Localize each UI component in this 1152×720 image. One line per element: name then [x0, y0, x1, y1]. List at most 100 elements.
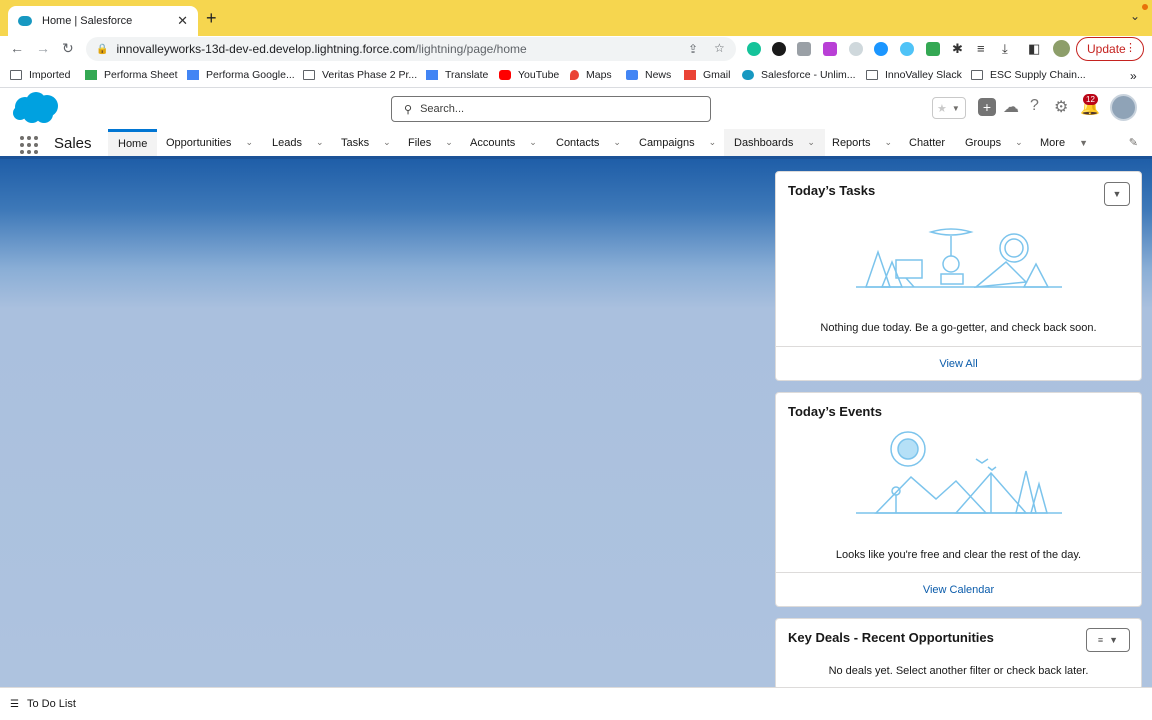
- bookmark-item[interactable]: Translate: [426, 69, 488, 81]
- deals-empty-message: No deals yet. Select another filter or c…: [828, 665, 1089, 677]
- chevron-down-icon[interactable]: ⌄: [445, 137, 453, 148]
- bookmark-item[interactable]: YouTube: [499, 69, 559, 81]
- share-icon[interactable]: ⇪: [688, 42, 698, 56]
- events-empty-illustration: [856, 431, 1062, 514]
- sheets-icon: [85, 70, 97, 80]
- chevron-down-icon[interactable]: ⌄: [709, 137, 717, 148]
- extensions-puzzle-icon[interactable]: ✱: [952, 41, 963, 57]
- url-host: innovalleyworks-13d-dev-ed.develop.light…: [116, 42, 416, 56]
- back-icon[interactable]: ←: [10, 40, 24, 56]
- chevron-down-icon[interactable]: ⌄: [885, 137, 893, 148]
- profile-avatar[interactable]: [1053, 40, 1070, 57]
- view-all-link[interactable]: View All: [776, 358, 1141, 370]
- salesforce-favicon-icon: [18, 16, 32, 26]
- nav-tab-label: More: [1040, 136, 1066, 149]
- bookmark-item[interactable]: ESC Supply Chain...: [971, 69, 1086, 81]
- nav-tab-more[interactable]: More ▼: [1040, 129, 1088, 156]
- app-launcher-icon[interactable]: [20, 136, 38, 154]
- notification-count-badge: 12: [1083, 94, 1098, 105]
- bookmark-label: YouTube: [518, 69, 560, 81]
- bookmark-item[interactable]: Salesforce - Unlim...: [742, 69, 856, 81]
- bookmark-item[interactable]: InnoValley Slack: [866, 69, 962, 81]
- onepassword-extension-icon[interactable]: [772, 42, 786, 56]
- shield-extension-icon[interactable]: [900, 42, 914, 56]
- salesforce-logo-icon[interactable]: [12, 91, 60, 125]
- salesforce-extension-icon[interactable]: [874, 42, 888, 56]
- forward-icon[interactable]: →: [36, 40, 50, 56]
- screen-recorder-extension-icon[interactable]: [823, 42, 837, 56]
- chevron-down-icon[interactable]: ⌄: [807, 137, 815, 148]
- salesforce-icon: [742, 70, 754, 80]
- bookmark-label: Veritas Phase 2 Pr...: [322, 69, 418, 81]
- chevron-down-icon[interactable]: ⌄: [316, 137, 324, 148]
- folder-icon: [866, 70, 878, 80]
- nav-tab-leads[interactable]: Leads ⌄: [272, 129, 324, 156]
- address-bar[interactable]: 🔒 innovalleyworks-13d-dev-ed.develop.lig…: [86, 37, 736, 61]
- browser-toolbar: ← → ↻ 🔒 innovalleyworks-13d-dev-ed.devel…: [0, 36, 1152, 64]
- chevron-down-icon[interactable]: ⌄: [613, 137, 621, 148]
- nav-tab-label: Campaigns: [639, 136, 695, 149]
- bookmark-item[interactable]: Performa Google...: [187, 69, 295, 81]
- trailhead-icon[interactable]: ☁: [1003, 97, 1019, 117]
- chevron-down-icon[interactable]: ⌄: [1015, 137, 1023, 148]
- card-title: Today’s Events: [788, 404, 882, 419]
- translate-icon: [426, 70, 438, 80]
- nav-tab-files[interactable]: Files ⌄: [408, 129, 453, 156]
- bookmark-item[interactable]: Maps: [570, 69, 612, 81]
- user-avatar[interactable]: [1110, 94, 1137, 121]
- nav-tab-opportunities[interactable]: Opportunities ⌄: [166, 129, 253, 156]
- global-search-input[interactable]: ⚲ Search...: [391, 96, 711, 122]
- bookmarks-overflow-icon[interactable]: »: [1130, 69, 1137, 83]
- reload-icon[interactable]: ↻: [62, 40, 74, 57]
- nav-tab-home[interactable]: Home: [108, 129, 158, 156]
- bookmark-item[interactable]: News: [626, 69, 671, 81]
- youtube-icon: [499, 70, 511, 80]
- view-calendar-link[interactable]: View Calendar: [776, 584, 1141, 596]
- app-navigation-bar: Sales Home Opportunities ⌄ Leads ⌄ Tasks ⌄ …: [0, 129, 1152, 159]
- bookmark-item[interactable]: Performa Sheet: [85, 69, 178, 81]
- nav-tab-tasks[interactable]: Tasks ⌄: [341, 129, 391, 156]
- camera-extension-icon[interactable]: [797, 42, 811, 56]
- bookmark-item[interactable]: Imported: [10, 69, 70, 81]
- chevron-down-icon[interactable]: ⌄: [383, 137, 391, 148]
- nav-tab-dashboards[interactable]: Dashboards ⌄: [724, 129, 825, 156]
- nav-tab-groups[interactable]: Groups ⌄: [965, 129, 1023, 156]
- nav-tab-chatter[interactable]: Chatter: [909, 129, 945, 156]
- caret-down-icon[interactable]: ▼: [1079, 138, 1088, 148]
- setup-gear-icon[interactable]: ⚙: [1054, 97, 1068, 117]
- filter-list-icon: ≡: [1097, 635, 1104, 645]
- bookmark-item[interactable]: Gmail: [684, 69, 730, 81]
- tasks-menu-button[interactable]: ▼: [1104, 182, 1130, 206]
- chevron-down-icon[interactable]: ⌄: [529, 137, 537, 148]
- divider: [776, 346, 1141, 347]
- chevron-down-icon[interactable]: ⌄: [245, 137, 253, 148]
- download-icon[interactable]: ⤓: [1002, 41, 1008, 57]
- card-title: Today’s Tasks: [788, 183, 876, 198]
- bookmark-label: InnoValley Slack: [885, 69, 962, 81]
- deals-filter-button[interactable]: ≡ ▼: [1086, 628, 1130, 652]
- nav-tab-reports[interactable]: Reports ⌄: [832, 129, 892, 156]
- tab-search-chevron-icon[interactable]: ⌄: [1130, 9, 1140, 23]
- checkmark-extension-icon[interactable]: [849, 42, 863, 56]
- todo-list-button[interactable]: ☰ To Do List: [10, 698, 76, 710]
- update-button[interactable]: Update ⋮: [1076, 37, 1144, 61]
- edit-nav-pencil-icon[interactable]: ✎: [1129, 136, 1138, 149]
- side-panel-icon[interactable]: ◧: [1028, 41, 1040, 57]
- nav-tab-campaigns[interactable]: Campaigns ⌄: [639, 129, 716, 156]
- global-actions-plus-icon[interactable]: +: [978, 98, 996, 116]
- new-tab-icon[interactable]: +: [206, 8, 217, 29]
- nav-tab-accounts[interactable]: Accounts ⌄: [470, 129, 537, 156]
- chrome-menu-icon[interactable]: ⋮: [1125, 41, 1136, 54]
- caret-down-icon: ▼: [1112, 189, 1122, 199]
- grammarly-extension-icon[interactable]: [747, 42, 761, 56]
- close-tab-icon[interactable]: ✕: [177, 13, 188, 29]
- green-extension-icon[interactable]: [926, 42, 940, 56]
- bookmark-star-icon[interactable]: ☆: [714, 41, 725, 55]
- help-icon[interactable]: ?: [1030, 97, 1039, 115]
- favorites-button[interactable]: ★ ▼: [932, 97, 966, 119]
- nav-tab-contacts[interactable]: Contacts ⌄: [556, 129, 621, 156]
- tab-title: Home | Salesforce: [42, 15, 133, 27]
- reading-list-icon[interactable]: ≡: [977, 41, 985, 56]
- bookmark-item[interactable]: Veritas Phase 2 Pr...: [303, 69, 417, 81]
- browser-tab[interactable]: Home | Salesforce ✕: [8, 6, 198, 36]
